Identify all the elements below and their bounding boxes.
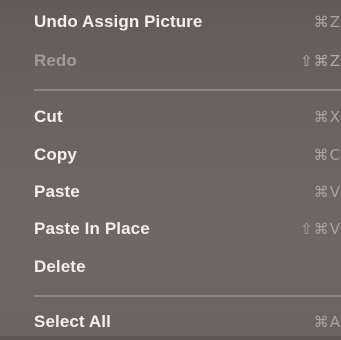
shortcut-select-all: ⌘A xyxy=(313,313,341,331)
menu-item-paste-in-place[interactable]: Paste In Place ⇧⌘V xyxy=(0,211,341,247)
menu-item-label: Delete xyxy=(34,257,86,276)
menu-item-label: Copy xyxy=(34,145,77,164)
menu-item-redo: Redo ⇧⌘Z xyxy=(0,43,341,79)
menu-item-label: Select All xyxy=(34,312,111,331)
menu-item-label: Paste xyxy=(34,182,80,201)
menu-item-label: Cut xyxy=(34,107,63,126)
menu-separator xyxy=(34,89,341,91)
menu-item-delete[interactable]: Delete xyxy=(0,249,341,285)
menu-item-cut[interactable]: Cut ⌘X xyxy=(0,99,341,135)
menu-item-label: Undo Assign Picture xyxy=(34,12,203,31)
menu-item-select-all[interactable]: Select All ⌘A xyxy=(0,304,341,340)
shortcut-copy: ⌘C xyxy=(313,146,341,164)
menu-item-undo[interactable]: Undo Assign Picture ⌘Z xyxy=(0,4,341,40)
edit-menu: Undo Assign Picture ⌘Z Redo ⇧⌘Z Cut ⌘X C… xyxy=(0,0,341,336)
shortcut-paste-in-place: ⇧⌘V xyxy=(300,220,341,238)
shortcut-paste: ⌘V xyxy=(313,183,341,201)
shortcut-redo: ⇧⌘Z xyxy=(300,52,341,70)
menu-item-label: Redo xyxy=(34,51,77,70)
menu-item-copy[interactable]: Copy ⌘C xyxy=(0,137,341,173)
shortcut-cut: ⌘X xyxy=(313,108,341,126)
shortcut-undo: ⌘Z xyxy=(313,13,341,31)
menu-item-paste[interactable]: Paste ⌘V xyxy=(0,174,341,210)
menu-separator xyxy=(34,295,341,297)
menu-item-label: Paste In Place xyxy=(34,219,150,238)
